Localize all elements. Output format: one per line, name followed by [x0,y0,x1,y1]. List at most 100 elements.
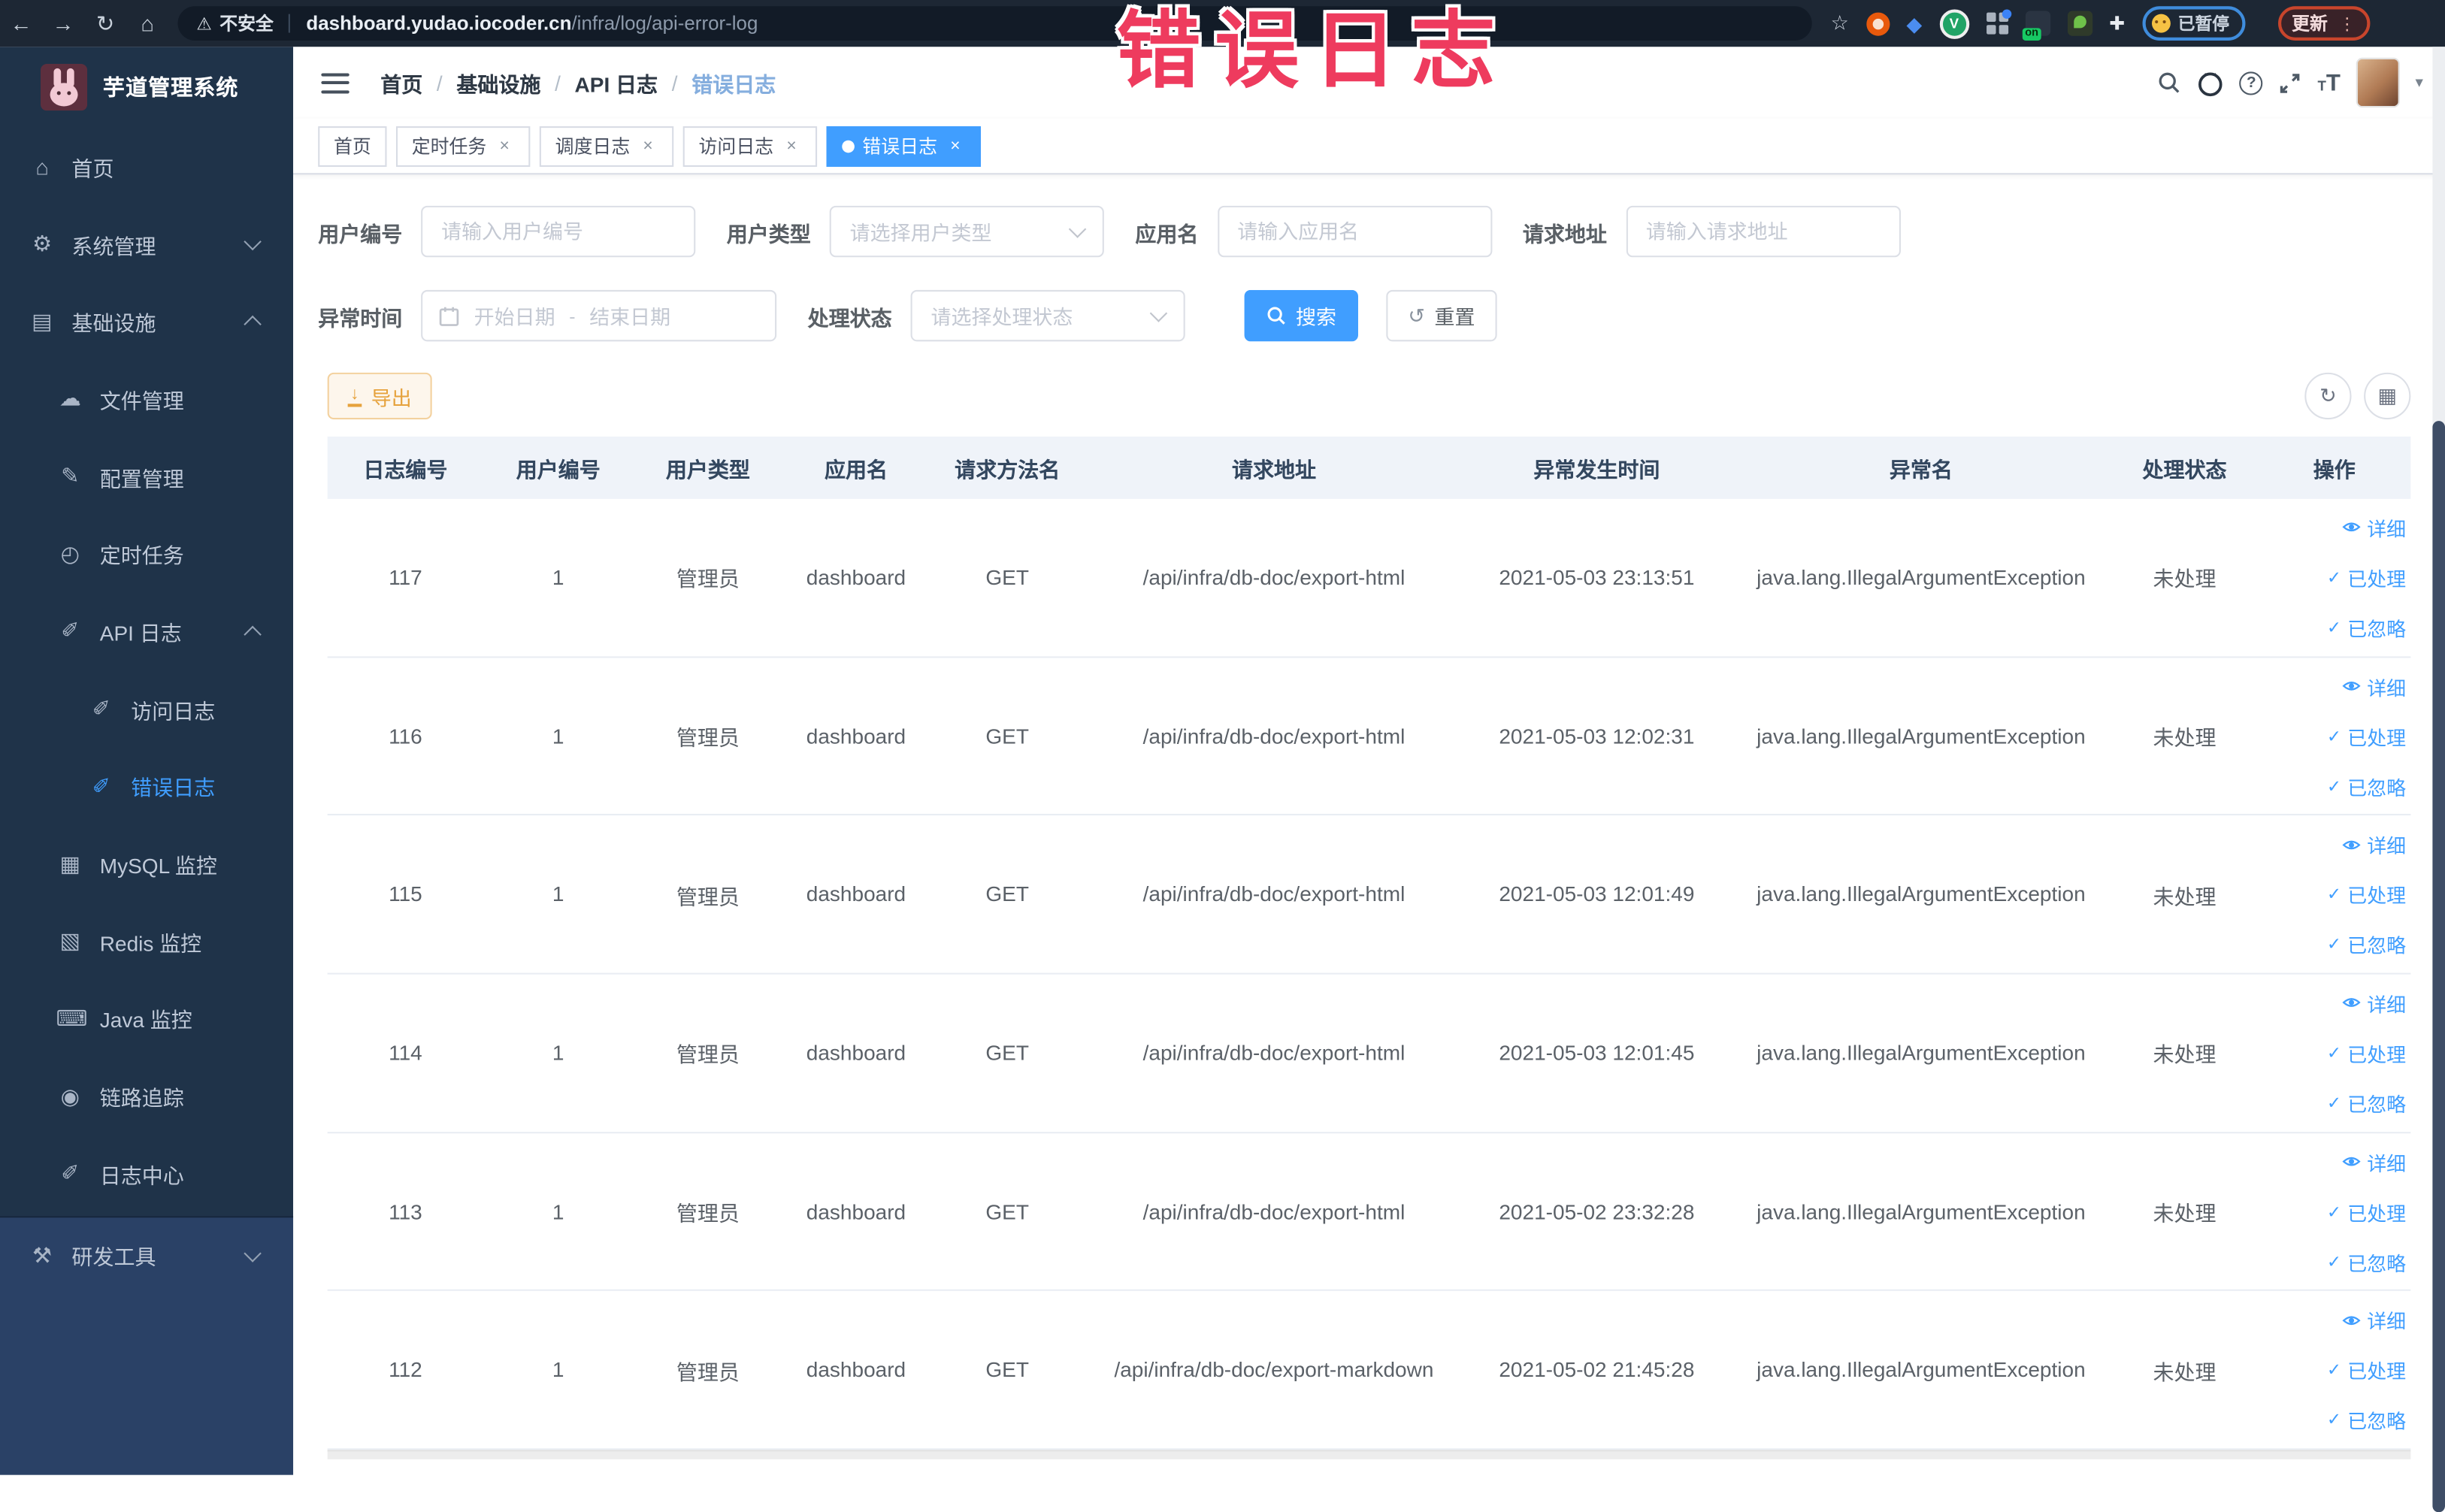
extension-shield-icon[interactable]: ◆ [1907,12,1923,35]
security-badge[interactable]: ⚠ 不安全 [196,11,273,36]
page-scrollbar-thumb[interactable] [2432,421,2445,1512]
sidebar-item-log-center[interactable]: ✐ 日志中心 [0,1135,293,1212]
request-url-input[interactable] [1625,205,1900,258]
date-range-picker[interactable]: 开始日期 - 结束日期 [421,289,777,342]
user-id: 1 [552,565,564,589]
user-id-input[interactable] [421,205,696,258]
detail-link[interactable]: 详细 [2342,988,2406,1018]
tab-access-logs[interactable]: 访问日志 × [682,125,818,166]
fullscreen-icon[interactable] [2279,71,2302,94]
column-header: 异常名 [1889,458,1953,482]
exception-name: java.lang.IllegalArgumentException [1757,1199,2086,1223]
bookmark-star-icon[interactable]: ☆ [1831,11,1849,36]
processed-link[interactable]: ✓ 已处理 [2327,563,2406,592]
update-button[interactable]: 更新 ⋮ [2277,6,2370,41]
avatar[interactable] [2356,57,2400,108]
extension-on-icon[interactable]: on [2022,11,2050,41]
rabbit-logo-icon [40,64,88,111]
menu-dots-icon[interactable]: ⋮ [2338,14,2356,34]
sidebar-item-redis-monitor[interactable]: ▧ Redis 监控 [0,903,293,980]
user-id: 1 [552,724,564,748]
forward-icon[interactable]: → [42,11,84,36]
row-actions: 详细 ✓ 已处理 ✓ 已忽略 [2258,988,2410,1117]
close-icon[interactable]: × [782,137,802,156]
sidebar-item-mysql-monitor[interactable]: ▦ MySQL 监控 [0,825,293,903]
detail-link[interactable]: 详细 [2342,513,2406,542]
export-button[interactable]: ↓ 导出 [327,372,432,420]
tab-error-logs[interactable]: 错误日志 × [826,125,982,166]
ignored-link[interactable]: ✓ 已忽略 [2327,1088,2406,1117]
breadcrumb-api-logs[interactable]: API 日志 [575,67,658,98]
breadcrumb-home[interactable]: 首页 [380,67,422,98]
sidebar-item-system[interactable]: ⚙ 系统管理 [0,205,293,283]
request-url: /api/infra/db-doc/export-html [1142,1199,1406,1223]
exception-name: java.lang.IllegalArgumentException [1757,565,2086,589]
row-actions: 详细 ✓ 已处理 ✓ 已忽略 [2258,671,2410,800]
sidebar-item-error-logs[interactable]: ✐ 错误日志 [0,748,293,825]
page-scrollbar-track[interactable] [2432,47,2445,1512]
chevron-down-icon[interactable]: ▾ [2416,74,2423,92]
sidebar-item-file-management[interactable]: ☁ 文件管理 [0,360,293,437]
processed-link[interactable]: ✓ 已处理 [2327,721,2406,751]
reload-icon[interactable]: ↻ [84,10,126,36]
ignored-link[interactable]: ✓ 已忽略 [2327,612,2406,642]
sidebar-item-infrastructure[interactable]: ▤ 基础设施 [0,283,293,360]
font-size-icon[interactable]: TT [2318,69,2341,95]
sidebar-item-config-management[interactable]: ✎ 配置管理 [0,437,293,515]
tab-scheduled-tasks[interactable]: 定时任务 × [395,125,531,166]
reset-button[interactable]: ↺ 重置 [1386,289,1497,342]
table-scrollbar[interactable] [327,1450,2411,1460]
sidebar-item-api-logs[interactable]: ✐ API 日志 [0,593,293,670]
detail-link[interactable]: 详细 [2342,671,2406,700]
address-bar[interactable]: ⚠ 不安全 dashboard.yudao.iocoder.cn/infra/l… [177,6,1812,41]
extension-v-icon[interactable]: V [1939,8,1969,38]
extension-grid-icon[interactable] [1986,9,2011,35]
paused-badge[interactable]: 已暂停 [2141,6,2245,41]
detail-link[interactable]: 详细 [2342,1305,2406,1335]
sidebar-item-dev-tools[interactable]: ⚒ 研发工具 [0,1217,293,1293]
process-status: 未处理 [2153,567,2217,591]
help-icon[interactable]: ? [2239,71,2263,95]
sidebar-item-access-logs[interactable]: ✐ 访问日志 [0,670,293,748]
sidebar-item-scheduled-tasks[interactable]: ◴ 定时任务 [0,516,293,593]
app-logo[interactable]: 芋道管理系统 [0,47,293,128]
ignored-link[interactable]: ✓ 已忽略 [2327,771,2406,800]
search-button[interactable]: 搜索 [1244,289,1359,342]
breadcrumb-infrastructure[interactable]: 基础设施 [456,67,540,98]
github-icon[interactable] [2198,69,2224,96]
tab-home[interactable]: 首页 [318,125,387,166]
refresh-button[interactable]: ↻ [2304,372,2352,420]
processed-link[interactable]: ✓ 已处理 [2327,1039,2406,1068]
ignored-link[interactable]: ✓ 已忽略 [2327,1405,2406,1435]
extensions-puzzle-icon[interactable]: ✚ [2109,13,2125,35]
filter-app-name: 应用名 [1135,205,1492,258]
columns-button[interactable]: ▦ [2364,372,2411,420]
app-name-input[interactable] [1217,205,1492,258]
detail-link[interactable]: 详细 [2342,830,2406,859]
search-icon [1267,307,1285,325]
extension-orange-icon[interactable] [1866,11,1890,35]
processed-link[interactable]: ✓ 已处理 [2327,1355,2406,1384]
sidebar-collapse-icon[interactable] [321,67,350,98]
ignored-link[interactable]: ✓ 已忽略 [2327,930,2406,959]
extension-sprout-icon[interactable] [2067,11,2092,36]
user-type-select[interactable]: 请选择用户类型 [829,205,1104,258]
sidebar-item-tracing[interactable]: ◉ 链路追踪 [0,1057,293,1135]
sidebar-item-home[interactable]: ⌂ 首页 [0,128,293,205]
processed-link[interactable]: ✓ 已处理 [2327,1196,2406,1226]
process-status-select[interactable]: 请选择处理状态 [910,289,1185,342]
processed-link[interactable]: ✓ 已处理 [2327,880,2406,909]
breadcrumb-current: 错误日志 [691,73,776,97]
home-icon[interactable]: ⌂ [126,11,168,36]
page-content: 用户编号 用户类型 请选择用户类型 应用名 请求地址 [293,205,2445,1460]
close-icon[interactable]: × [945,137,965,156]
detail-link[interactable]: 详细 [2342,1147,2406,1176]
tab-schedule-logs[interactable]: 调度日志 × [539,125,674,166]
close-icon[interactable]: × [495,137,515,156]
sidebar-item-java-monitor[interactable]: ⌨ Java 监控 [0,980,293,1057]
ignored-link[interactable]: ✓ 已忽略 [2327,1247,2406,1276]
search-icon[interactable] [2157,70,2182,95]
close-icon[interactable]: × [638,137,658,156]
back-icon[interactable]: ← [0,11,42,36]
check-icon: ✓ [2326,1202,2342,1222]
